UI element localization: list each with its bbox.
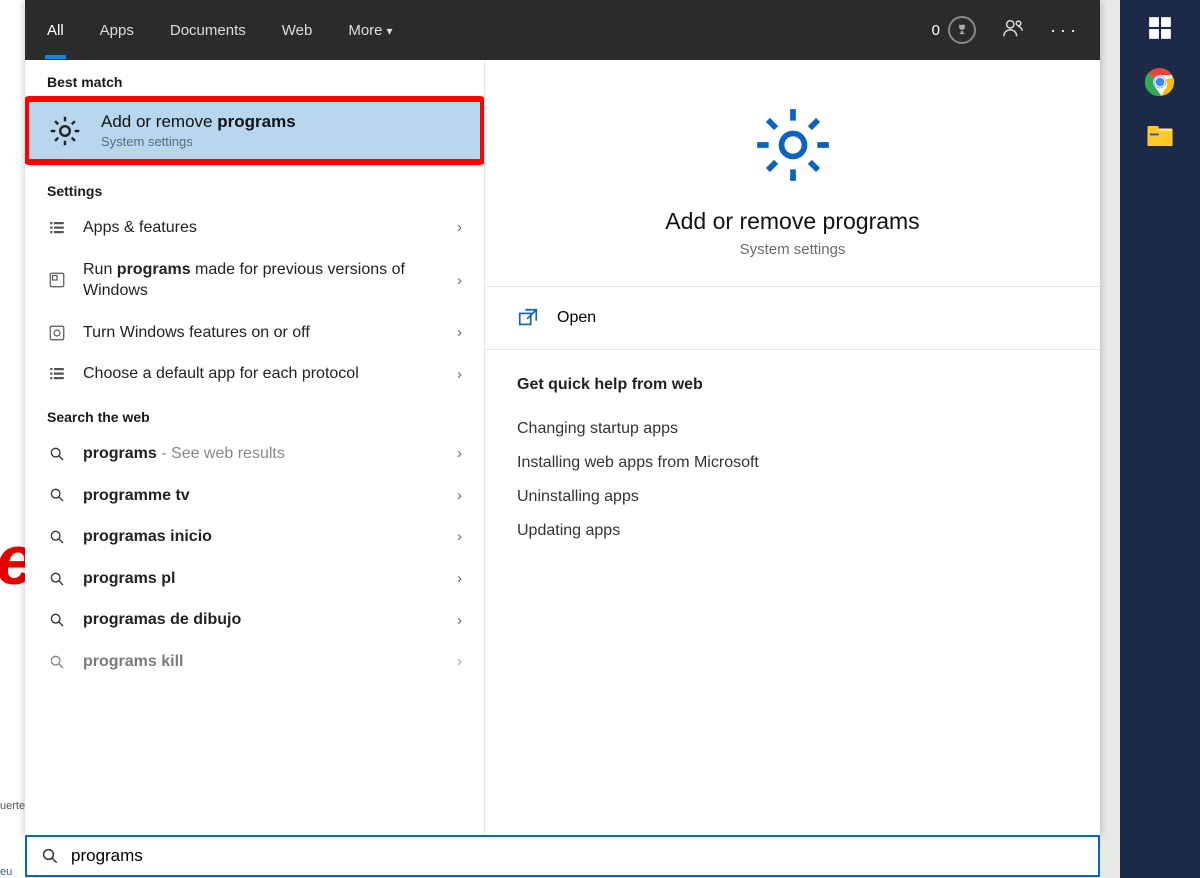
- section-settings: Settings: [25, 169, 484, 207]
- features-icon: [47, 323, 67, 343]
- open-action[interactable]: Open: [485, 286, 1100, 350]
- list-icon: [47, 364, 67, 384]
- result-label: programas inicio: [83, 526, 441, 548]
- background-text-fragment: uerte: [0, 800, 25, 812]
- chevron-right-icon: ›: [457, 528, 462, 545]
- tab-all[interactable]: All: [45, 4, 66, 57]
- taskbar-file-explorer-icon[interactable]: [1142, 118, 1178, 154]
- settings-result-windows-features[interactable]: Turn Windows features on or off ›: [25, 312, 484, 354]
- taskbar-chrome-icon[interactable]: [1142, 64, 1178, 100]
- gear-icon: [47, 113, 83, 149]
- chevron-right-icon: ›: [457, 219, 462, 236]
- chevron-right-icon: ›: [457, 570, 462, 587]
- best-match-result[interactable]: Add or remove programs System settings: [25, 98, 484, 163]
- chevron-right-icon: ›: [457, 366, 462, 383]
- section-search-web: Search the web: [25, 395, 484, 433]
- result-label: programs - See web results: [83, 443, 441, 465]
- detail-subtitle: System settings: [740, 241, 846, 258]
- quick-help-header: Get quick help from web: [517, 376, 1068, 394]
- chevron-right-icon: ›: [457, 445, 462, 462]
- chevron-right-icon: ›: [457, 487, 462, 504]
- result-label: programs kill: [83, 651, 441, 673]
- search-panel: All Apps Documents Web More▾ 0 ··· Best …: [25, 0, 1100, 835]
- section-best-match: Best match: [25, 60, 484, 98]
- result-label: Run programs made for previous versions …: [83, 259, 441, 302]
- start-button[interactable]: [1142, 10, 1178, 46]
- app-icon: [47, 270, 67, 290]
- open-label: Open: [557, 309, 596, 327]
- tab-web[interactable]: Web: [280, 4, 315, 57]
- detail-pane: Add or remove programs System settings O…: [485, 60, 1100, 835]
- tab-more[interactable]: More▾: [346, 4, 394, 57]
- result-label: Apps & features: [83, 217, 441, 239]
- result-label: programas de dibujo: [83, 609, 441, 631]
- web-result[interactable]: programas de dibujo ›: [25, 599, 484, 641]
- search-icon: [47, 527, 67, 547]
- rewards-count: 0: [932, 22, 940, 39]
- web-result[interactable]: programs - See web results ›: [25, 433, 484, 475]
- taskbar: [1120, 0, 1200, 878]
- trophy-icon: [948, 16, 976, 44]
- search-icon: [47, 444, 67, 464]
- web-result[interactable]: programs pl ›: [25, 558, 484, 600]
- gear-icon: [750, 102, 836, 188]
- result-label: Turn Windows features on or off: [83, 322, 441, 344]
- quick-help-link[interactable]: Uninstalling apps: [517, 480, 1068, 514]
- web-result[interactable]: programs kill ›: [25, 641, 484, 683]
- chevron-right-icon: ›: [457, 612, 462, 629]
- chevron-right-icon: ›: [457, 324, 462, 341]
- search-icon: [47, 485, 67, 505]
- best-match-subtitle: System settings: [101, 134, 296, 149]
- results-column: Best match Add or remove programs System…: [25, 60, 485, 835]
- list-icon: [47, 218, 67, 238]
- web-result[interactable]: programme tv ›: [25, 475, 484, 517]
- chevron-down-icon: ▾: [387, 24, 393, 38]
- web-result[interactable]: programas inicio ›: [25, 516, 484, 558]
- search-icon: [47, 569, 67, 589]
- best-match-title: Add or remove programs: [101, 112, 296, 132]
- chevron-right-icon: ›: [457, 653, 462, 670]
- search-icon: [47, 652, 67, 672]
- search-bar[interactable]: [25, 835, 1100, 877]
- settings-result-default-app-protocol[interactable]: Choose a default app for each protocol ›: [25, 353, 484, 395]
- search-icon: [47, 610, 67, 630]
- settings-result-apps-features[interactable]: Apps & features ›: [25, 207, 484, 249]
- detail-title: Add or remove programs: [665, 208, 919, 235]
- best-match-container: Add or remove programs System settings: [25, 98, 484, 163]
- rewards-badge[interactable]: 0: [932, 16, 976, 44]
- tab-documents[interactable]: Documents: [168, 4, 248, 57]
- quick-help-link[interactable]: Updating apps: [517, 514, 1068, 548]
- settings-result-run-programs[interactable]: Run programs made for previous versions …: [25, 249, 484, 312]
- account-icon[interactable]: [1002, 17, 1024, 43]
- result-label: programs pl: [83, 568, 441, 590]
- search-icon: [41, 847, 59, 865]
- quick-help-link[interactable]: Changing startup apps: [517, 412, 1068, 446]
- quick-help-link[interactable]: Installing web apps from Microsoft: [517, 446, 1068, 480]
- chevron-right-icon: ›: [457, 272, 462, 289]
- open-icon: [517, 307, 539, 329]
- search-tabs: All Apps Documents Web More▾ 0 ···: [25, 0, 1100, 60]
- search-input[interactable]: [71, 846, 1084, 866]
- quick-help-section: Get quick help from web Changing startup…: [485, 350, 1100, 574]
- background-text-fragment: eu: [0, 866, 12, 878]
- tab-apps[interactable]: Apps: [98, 4, 136, 57]
- more-options-button[interactable]: ···: [1050, 20, 1080, 41]
- background-page: [0, 0, 25, 878]
- result-label: Choose a default app for each protocol: [83, 363, 441, 385]
- result-label: programme tv: [83, 485, 441, 507]
